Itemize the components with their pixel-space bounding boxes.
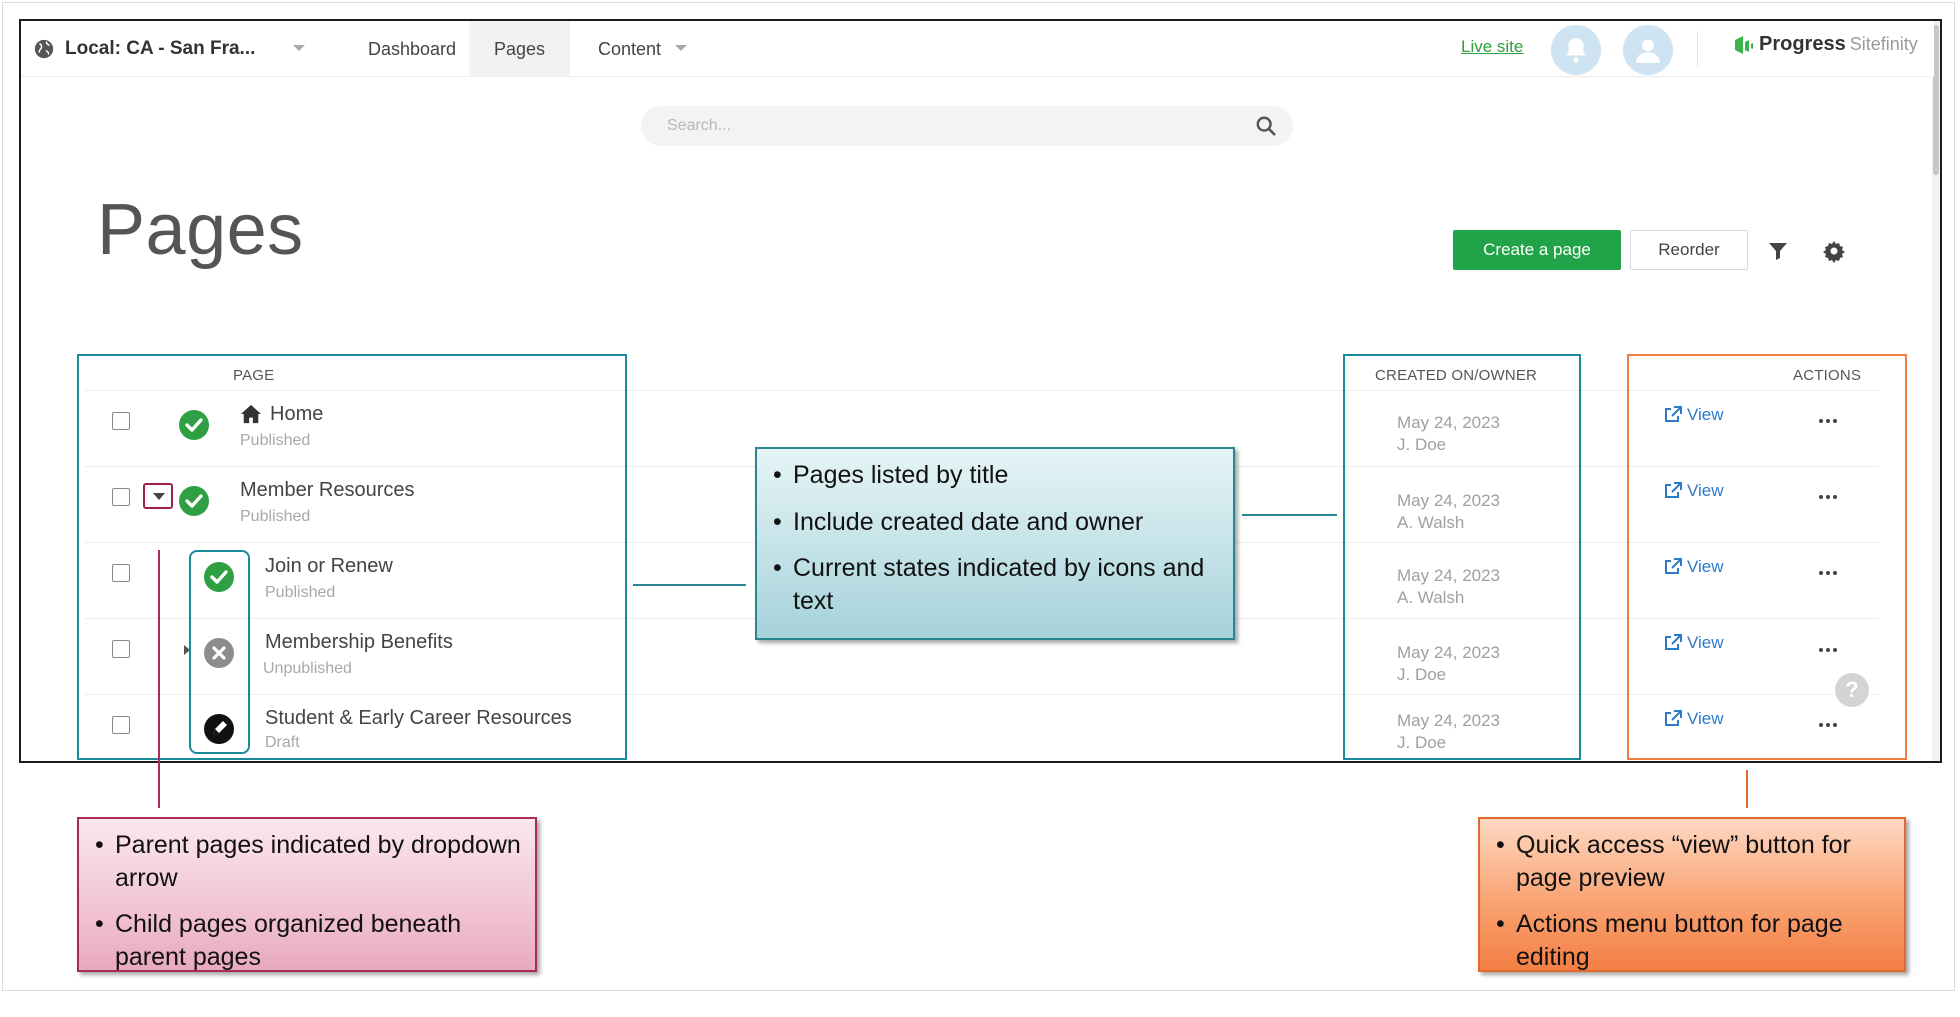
create-page-button[interactable]: Create a page bbox=[1453, 230, 1621, 270]
scrollbar[interactable] bbox=[1932, 21, 1940, 761]
brand-product: Sitefinity bbox=[1849, 34, 1918, 54]
topbar-divider bbox=[1697, 31, 1698, 67]
brand-name: Progress bbox=[1759, 33, 1846, 55]
orange-callout: Quick access “view” button for page prev… bbox=[1478, 817, 1906, 972]
user-avatar[interactable] bbox=[1623, 25, 1673, 75]
created-column-highlight bbox=[1343, 354, 1581, 760]
callout-bullet: Actions menu button for page editing bbox=[1494, 908, 1890, 973]
globe-icon bbox=[34, 39, 54, 59]
gear-icon[interactable] bbox=[1822, 239, 1846, 263]
callout-bullet: Current states indicated by icons and te… bbox=[771, 552, 1219, 617]
actions-column-highlight bbox=[1627, 354, 1907, 760]
site-selector[interactable]: Local: CA - San Fra... bbox=[33, 34, 255, 64]
progress-logo-icon bbox=[1735, 35, 1753, 54]
callout-bullet: Child pages organized beneath parent pag… bbox=[93, 908, 521, 973]
pink-callout: Parent pages indicated by dropdown arrow… bbox=[77, 817, 537, 972]
search-bar bbox=[641, 106, 1293, 146]
callout-bullet: Quick access “view” button for page prev… bbox=[1494, 829, 1890, 894]
callout-bullet: Pages listed by title bbox=[771, 459, 1219, 492]
page-title: Pages bbox=[97, 190, 304, 270]
orange-leader-line bbox=[1746, 770, 1748, 808]
callout-bullet: Parent pages indicated by dropdown arrow bbox=[93, 829, 521, 894]
pink-leader-line bbox=[158, 550, 160, 808]
teal-leader-line bbox=[1242, 514, 1337, 516]
notifications-button[interactable] bbox=[1551, 25, 1601, 75]
callout-bullet: Include created date and owner bbox=[771, 506, 1219, 539]
top-navigation: Local: CA - San Fra... Dashboard Pages C… bbox=[21, 21, 1934, 77]
site-chevron-down-icon[interactable] bbox=[293, 45, 305, 51]
teal-callout: Pages listed by title Include created da… bbox=[755, 447, 1235, 640]
content-chevron-down-icon[interactable] bbox=[675, 45, 687, 51]
nav-content[interactable]: Content bbox=[573, 21, 686, 77]
bell-icon bbox=[1566, 38, 1586, 63]
search-input[interactable] bbox=[641, 106, 1201, 146]
nav-pages[interactable]: Pages bbox=[469, 21, 571, 77]
site-label: Local: CA - San Fra... bbox=[65, 38, 256, 59]
progress-sitefinity-logo: Progress Sitefinity bbox=[1733, 33, 1918, 56]
user-icon bbox=[1636, 39, 1660, 63]
search-icon[interactable] bbox=[1255, 115, 1277, 137]
live-site-link[interactable]: Live site bbox=[1461, 37, 1523, 57]
slide-canvas: Local: CA - San Fra... Dashboard Pages C… bbox=[0, 0, 1960, 1017]
reorder-button[interactable]: Reorder bbox=[1630, 230, 1748, 270]
teal-leader-line bbox=[633, 584, 746, 586]
status-icons-highlight bbox=[189, 550, 250, 754]
nav-dashboard[interactable]: Dashboard bbox=[343, 21, 481, 77]
filter-icon[interactable] bbox=[1766, 239, 1790, 263]
